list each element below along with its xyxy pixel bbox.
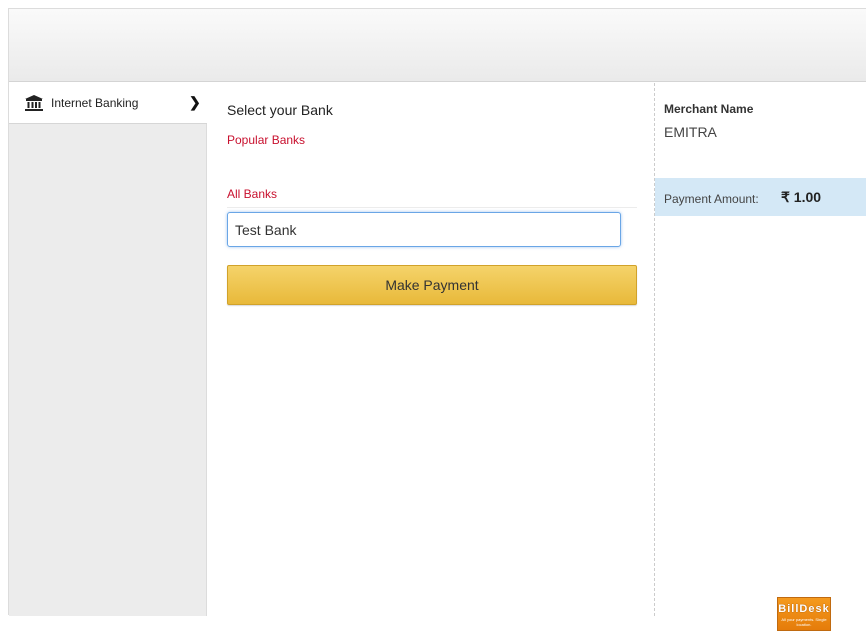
tab-internet-banking-label: Internet Banking (51, 96, 139, 110)
merchant-name-label: Merchant Name (664, 102, 754, 116)
bank-search-input[interactable] (227, 212, 621, 247)
billdesk-logo-text: BillDesk (778, 603, 830, 615)
payment-amount-label: Payment Amount: (664, 192, 759, 206)
make-payment-button[interactable]: Make Payment (227, 265, 637, 305)
payment-amount-value: ₹ 1.00 (781, 189, 822, 205)
select-bank-title: Select your Bank (227, 102, 333, 118)
payment-frame: Internet Banking ❯ Select your Bank Popu… (8, 8, 866, 631)
chevron-right-icon: ❯ (189, 94, 201, 110)
header-bar (9, 9, 866, 82)
tab-internet-banking[interactable]: Internet Banking ❯ (9, 83, 207, 124)
payment-methods-sidebar: Internet Banking ❯ (9, 83, 207, 616)
all-banks-label: All Banks (227, 187, 278, 201)
order-summary-panel: Merchant Name EMITRA Payment Amount: ₹ 1… (654, 83, 866, 631)
merchant-name-value: EMITRA (664, 124, 717, 140)
bank-selection-panel: Select your Bank Popular Banks All Banks… (208, 83, 654, 616)
payment-amount-bar: Payment Amount: ₹ 1.00 (655, 178, 866, 216)
popular-banks-label: Popular Banks (227, 133, 306, 147)
bank-icon (25, 95, 43, 111)
divider (227, 207, 637, 208)
billdesk-logo-tagline: All your payments. Single location. (781, 617, 827, 627)
billdesk-logo: BillDesk All your payments. Single locat… (777, 597, 831, 631)
